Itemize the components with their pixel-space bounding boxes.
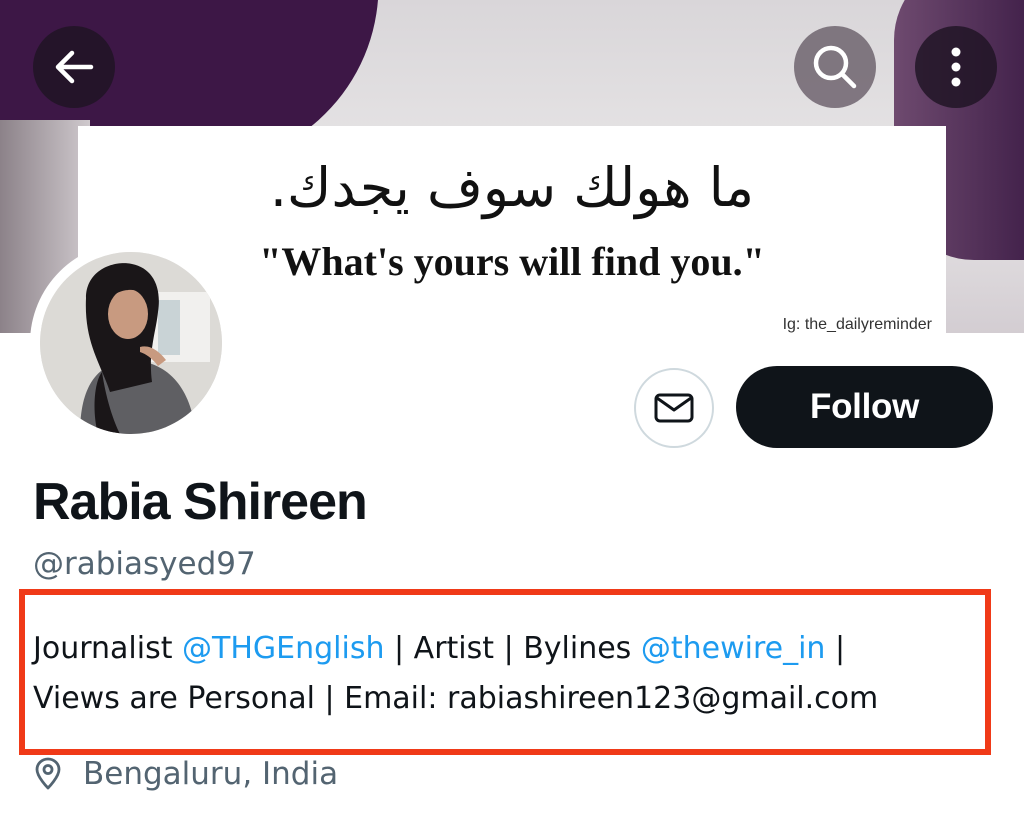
display-name: Rabia Shireen	[33, 473, 368, 531]
profile-page: ما هولك سوف يجدك. "What's yours will fin…	[0, 0, 1024, 824]
search-icon	[813, 45, 857, 89]
back-button[interactable]	[33, 26, 115, 108]
bio-text: Journalist	[33, 631, 183, 666]
search-button[interactable]	[794, 26, 876, 108]
user-handle: @rabiasyed97	[33, 546, 256, 582]
follow-button[interactable]: Follow	[736, 366, 993, 448]
message-button[interactable]	[634, 368, 714, 448]
banner-arabic-text: ما هولك سوف يجدك.	[269, 156, 755, 219]
mention-link[interactable]: @thewire_in	[641, 631, 826, 666]
bio-text: | Artist | Bylines	[384, 631, 641, 666]
envelope-icon	[654, 393, 694, 423]
banner-credit: Ig: the_dailyreminder	[782, 316, 932, 333]
avatar-image	[40, 252, 222, 434]
bio-line-1: Journalist @THGEnglish | Artist | Byline…	[33, 624, 993, 674]
arrow-left-icon	[55, 50, 94, 84]
location-text: Bengaluru, India	[83, 756, 339, 792]
location-pin-icon	[33, 757, 63, 791]
profile-location: Bengaluru, India	[33, 756, 338, 792]
bio-line-2: Views are Personal | Email: rabiashireen…	[33, 681, 879, 716]
more-vertical-icon	[951, 47, 961, 87]
mention-link[interactable]: @THGEnglish	[182, 631, 384, 666]
bio-text: |	[825, 631, 846, 666]
profile-bio: Journalist @THGEnglish | Artist | Byline…	[33, 624, 993, 724]
avatar[interactable]	[30, 242, 232, 444]
more-options-button[interactable]	[915, 26, 997, 108]
